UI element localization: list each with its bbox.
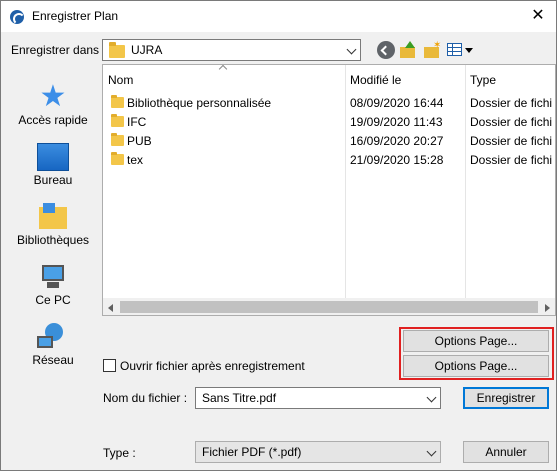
window-title: Enregistrer Plan: [32, 9, 119, 23]
place-network[interactable]: Réseau: [11, 315, 95, 375]
file-list[interactable]: Nom Modifié le Type Bibliothèque personn…: [102, 64, 556, 316]
table-row[interactable]: Bibliothèque personnalisée 08/09/2020 16…: [103, 93, 555, 112]
table-row[interactable]: tex 21/09/2020 15:28 Dossier de fichi: [103, 150, 555, 169]
sort-ascending-icon: [218, 65, 228, 74]
lookin-label: Enregistrer dans :: [11, 43, 106, 57]
lookin-value: UJRA: [131, 43, 163, 57]
place-label: Bibliothèques: [16, 233, 90, 247]
title-bar: Enregistrer Plan ✕: [1, 1, 556, 32]
file-name: IFC: [127, 115, 147, 129]
star-icon: ★: [39, 80, 67, 113]
cancel-button[interactable]: Annuler: [463, 441, 549, 463]
column-header-name[interactable]: Nom: [108, 65, 133, 93]
scroll-thumb[interactable]: [120, 301, 538, 313]
file-type: Dossier de fichi: [470, 115, 553, 129]
scroll-left-icon[interactable]: [108, 304, 113, 312]
computer-icon: [37, 263, 69, 291]
folder-up-icon[interactable]: [399, 41, 417, 59]
file-date: 08/09/2020 16:44: [350, 96, 444, 110]
filename-input[interactable]: Sans Titre.pdf: [195, 387, 441, 409]
place-desktop[interactable]: Bureau: [11, 135, 95, 195]
file-name: Bibliothèque personnalisée: [127, 96, 272, 110]
open-after-label: Ouvrir fichier après enregistrement: [120, 359, 305, 373]
new-folder-icon[interactable]: ✶: [423, 41, 441, 59]
folder-icon: [109, 42, 125, 58]
place-label: Ce PC: [35, 293, 71, 307]
column-header-type[interactable]: Type: [470, 65, 496, 93]
app-icon: [10, 10, 25, 25]
file-type: Dossier de fichi: [470, 96, 553, 110]
table-row[interactable]: IFC 19/09/2020 11:43 Dossier de fichi: [103, 112, 555, 131]
view-menu-icon[interactable]: [447, 41, 473, 59]
file-date: 21/09/2020 15:28: [350, 153, 444, 167]
file-name: PUB: [127, 134, 152, 148]
place-label: Accès rapide: [18, 113, 88, 127]
back-arrow-icon[interactable]: [377, 41, 395, 59]
folder-icon: [111, 95, 124, 108]
places-bar: ★ Accès rapide Bureau Bibliothèques Ce P…: [11, 67, 95, 382]
place-label: Réseau: [32, 353, 74, 367]
filetype-dropdown[interactable]: Fichier PDF (*.pdf): [195, 441, 441, 463]
options-page-button-2[interactable]: Options Page...: [403, 355, 549, 377]
open-after-checkbox[interactable]: [103, 359, 116, 372]
place-quick-access[interactable]: ★ Accès rapide: [11, 75, 95, 135]
table-row[interactable]: PUB 16/09/2020 20:27 Dossier de fichi: [103, 131, 555, 150]
lookin-dropdown[interactable]: UJRA: [102, 39, 361, 61]
filetype-value: Fichier PDF (*.pdf): [202, 445, 302, 459]
file-date: 16/09/2020 20:27: [350, 134, 444, 148]
file-date: 19/09/2020 11:43: [350, 115, 443, 129]
chevron-down-icon: [346, 44, 357, 55]
network-icon: [37, 323, 69, 351]
folder-icon: [111, 114, 124, 127]
options-page-button[interactable]: Options Page...: [403, 330, 549, 352]
horizontal-scrollbar[interactable]: [103, 298, 555, 315]
libraries-icon: [37, 203, 69, 231]
column-headers: Nom Modifié le Type: [103, 65, 555, 315]
folder-icon: [111, 152, 124, 165]
scroll-right-icon[interactable]: [545, 304, 550, 312]
column-header-modified[interactable]: Modifié le: [350, 65, 401, 93]
desktop-icon: [37, 143, 69, 171]
file-type: Dossier de fichi: [470, 153, 553, 167]
chevron-down-icon[interactable]: [426, 392, 437, 403]
save-dialog: Enregistrer Plan ✕ Enregistrer dans : UJ…: [0, 0, 557, 471]
place-this-pc[interactable]: Ce PC: [11, 255, 95, 315]
file-type: Dossier de fichi: [470, 134, 553, 148]
folder-icon: [111, 133, 124, 146]
file-name: tex: [127, 153, 144, 167]
filetype-label: Type :: [103, 446, 136, 460]
close-icon[interactable]: ✕: [528, 6, 548, 26]
chevron-down-icon: [426, 446, 437, 457]
filename-label: Nom du fichier :: [103, 391, 188, 405]
place-label: Bureau: [33, 173, 73, 187]
place-libraries[interactable]: Bibliothèques: [11, 195, 95, 255]
save-button[interactable]: Enregistrer: [463, 387, 549, 409]
filename-value: Sans Titre.pdf: [202, 391, 277, 405]
